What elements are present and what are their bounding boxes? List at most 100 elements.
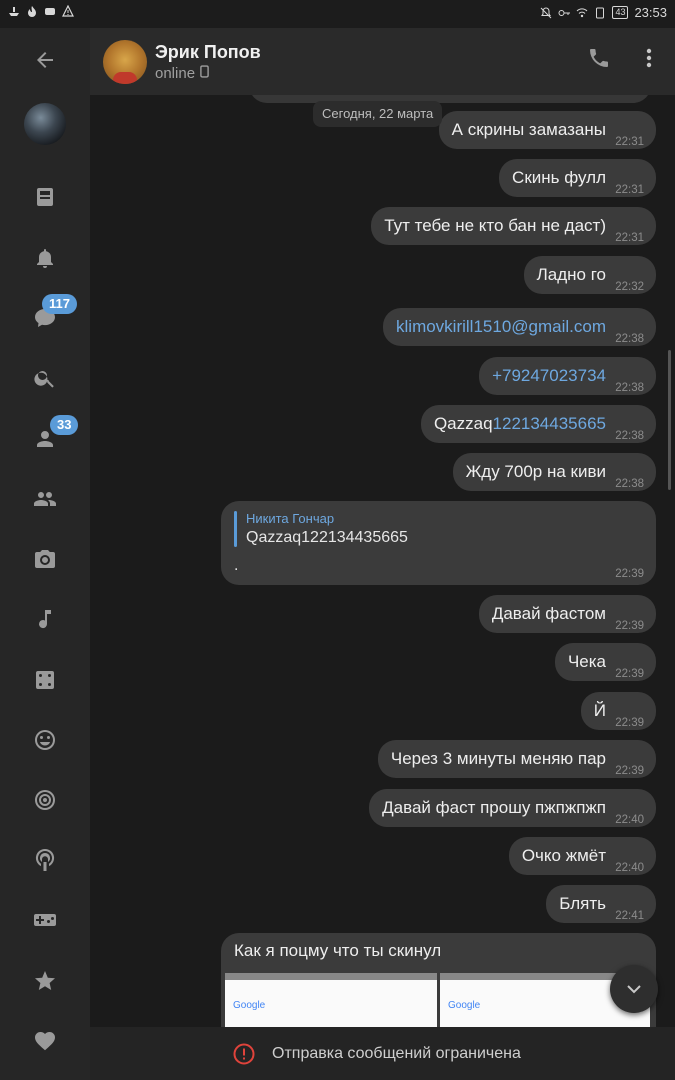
message-text: Ладно го: [536, 265, 606, 284]
key-icon: [558, 7, 571, 19]
messages-badge: 117: [42, 294, 77, 314]
message-bubble[interactable]: Очко жмёт 22:40: [508, 837, 656, 875]
music-icon[interactable]: [25, 599, 65, 639]
message-list[interactable]: А скрины замазаны 22:31 Сегодня, 22 март…: [90, 95, 675, 1027]
battery-icon: 43: [612, 6, 629, 19]
warning-icon: [62, 4, 74, 17]
message-text: Qazzaq: [433, 414, 493, 433]
search-icon[interactable]: [25, 358, 65, 398]
message-text: Как я поцму что ты скинул: [234, 941, 442, 960]
message-bubble[interactable]: Qazzaq122134435665 22:38: [420, 405, 656, 443]
message-time: 22:39: [615, 765, 644, 777]
flame-icon: [26, 5, 38, 17]
message-bubble[interactable]: Давай фастом 22:39: [478, 595, 656, 633]
phone-link[interactable]: +79247023734: [492, 366, 606, 385]
bell-icon[interactable]: [25, 238, 65, 278]
message-text: Скинь фулл: [512, 168, 606, 187]
date-separator: Сегодня, 22 марта: [313, 101, 443, 127]
chevron-down-icon: [627, 985, 641, 994]
wifi-icon: [576, 7, 588, 19]
groups-icon[interactable]: [25, 479, 65, 519]
message-bubble-cut: [249, 95, 651, 103]
status-text: online: [155, 65, 196, 82]
camera-icon[interactable]: [25, 539, 65, 579]
message-bubble[interactable]: А скрины замазаны 22:31: [438, 111, 656, 149]
phone-icon[interactable]: [587, 46, 611, 70]
message-bubble[interactable]: Й 22:39: [580, 692, 656, 730]
contact-status: online: [155, 65, 209, 82]
message-bubble[interactable]: klimovkirill1510@gmail.com 22:38: [383, 308, 656, 346]
message-time: 22:32: [615, 281, 644, 293]
message-time: 22:38: [615, 333, 644, 345]
heart-icon[interactable]: [25, 1021, 65, 1061]
message-text: Жду 700р на киви: [465, 462, 606, 481]
sim-icon: [594, 7, 606, 19]
message-text: .: [234, 557, 239, 574]
message-time: 22:39: [615, 717, 644, 729]
message-time: 22:38: [615, 382, 644, 394]
contact-name[interactable]: Эрик Попов: [155, 42, 261, 63]
message-text: А скрины замазаны: [451, 120, 606, 139]
message-bubble[interactable]: Давай фаст прошу пжпжпжп 22:40: [369, 789, 656, 827]
podcast-icon[interactable]: [25, 840, 65, 880]
screenshot-thumbnail[interactable]: Google: [225, 973, 437, 1027]
message-text: Давай фастом: [491, 604, 606, 623]
message-time: 22:39: [615, 620, 644, 632]
message-text: Й: [593, 701, 606, 720]
message-time: 22:40: [615, 814, 644, 826]
friends-badge: 33: [50, 415, 79, 435]
mute-icon: [540, 6, 552, 19]
scrollbar[interactable]: [668, 350, 671, 490]
message-time: 22:41: [615, 910, 644, 922]
number-link[interactable]: 122134435665: [493, 414, 606, 433]
message-text: Блять: [559, 894, 606, 913]
message-bubble[interactable]: Чека 22:39: [554, 643, 656, 681]
smile-icon[interactable]: [25, 720, 65, 760]
message-bubble[interactable]: +79247023734 22:38: [479, 357, 656, 395]
message-bubble[interactable]: Скинь фулл 22:31: [499, 159, 656, 197]
photo-message-bubble[interactable]: Как я поцму что ты скинул Google Google: [221, 933, 656, 1027]
game-icon: [44, 5, 56, 17]
profile-avatar[interactable]: [24, 103, 66, 145]
message-text: Очко жмёт: [521, 846, 606, 865]
thumbnail-label: Google: [233, 1000, 266, 1011]
contact-avatar[interactable]: [103, 40, 147, 84]
message-text: Через 3 минуты меняю пар: [390, 749, 606, 768]
message-time: 22:38: [615, 430, 644, 442]
scroll-down-button[interactable]: [610, 965, 658, 1013]
gamepad-icon[interactable]: [25, 900, 65, 940]
mobile-icon: [200, 65, 209, 82]
composer-restricted: Отправка сообщений ограничена: [90, 1027, 675, 1080]
message-time: 22:38: [615, 478, 644, 490]
message-time: 22:31: [615, 136, 644, 148]
restricted-text: Отправка сообщений ограничена: [272, 1045, 521, 1062]
thumbnail-label: Google: [448, 1000, 481, 1011]
message-time: 22:39: [615, 668, 644, 680]
message-bubble[interactable]: Через 3 минуты меняю пар 22:39: [377, 740, 656, 778]
reply-quoted-text: Qazzaq122134435665: [246, 529, 408, 546]
app-root: 117 33 43 23:53 Эрик Попов online А скри…: [0, 0, 675, 1080]
message-time: 22:31: [615, 232, 644, 244]
target-icon[interactable]: [25, 780, 65, 820]
more-vertical-icon[interactable]: [641, 46, 657, 70]
back-arrow-icon[interactable]: [25, 40, 65, 80]
chat-header: Эрик Попов online: [90, 28, 675, 95]
clock: 23:53: [634, 5, 667, 20]
star-icon[interactable]: [25, 961, 65, 1001]
message-bubble[interactable]: Ладно го 22:32: [523, 256, 656, 294]
message-bubble[interactable]: Блять 22:41: [546, 885, 656, 923]
dice-icon[interactable]: [25, 660, 65, 700]
message-bubble[interactable]: Жду 700р на киви 22:38: [452, 453, 656, 491]
news-icon[interactable]: [25, 177, 65, 217]
message-bubble[interactable]: Тут тебе не кто бан не даст) 22:31: [371, 207, 656, 245]
error-icon: [233, 1043, 255, 1065]
message-time: 22:40: [615, 862, 644, 874]
boat-icon: [8, 5, 20, 17]
status-bar: 43 23:53: [0, 0, 675, 28]
reply-author[interactable]: Никита Гончар: [246, 511, 334, 526]
left-nav-rail: 117 33: [0, 0, 90, 1080]
reply-quote-bar: [234, 511, 237, 547]
email-link[interactable]: klimovkirill1510@gmail.com: [396, 317, 606, 336]
message-time: 22:39: [615, 568, 644, 580]
reply-message-bubble[interactable]: Никита Гончар Qazzaq122134435665 . 22:39: [221, 501, 656, 585]
